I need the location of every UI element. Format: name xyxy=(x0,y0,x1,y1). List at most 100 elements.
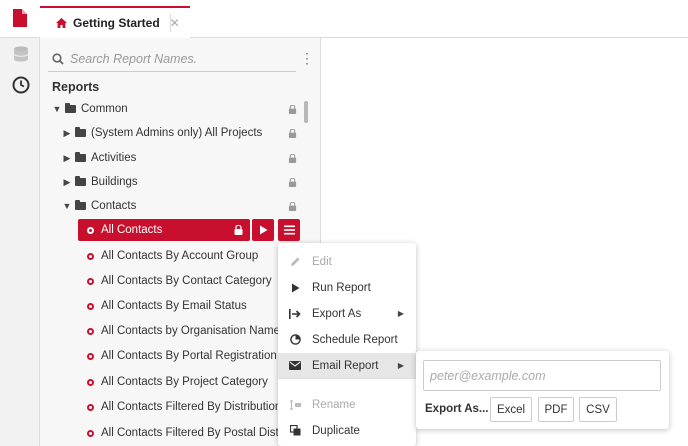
folder-icon xyxy=(75,152,86,162)
menu-item-edit[interactable]: Edit xyxy=(278,249,416,274)
rename-icon xyxy=(288,398,302,412)
search-box[interactable]: Search Report Names. xyxy=(48,46,296,72)
hamburger-icon xyxy=(283,225,295,235)
chevron-right-icon[interactable]: ▶ xyxy=(62,128,72,139)
chevron-right-icon[interactable]: ▶ xyxy=(62,153,72,164)
tree-folder-common[interactable]: ▼ Common xyxy=(52,98,128,120)
report-label: All Contacts By Contact Category xyxy=(101,275,272,287)
scrollbar[interactable] xyxy=(304,101,308,123)
report-bullet-icon xyxy=(87,302,94,310)
selected-report-all-contacts[interactable]: All Contacts xyxy=(78,219,250,241)
section-title: Reports xyxy=(52,80,100,94)
folder-icon xyxy=(75,127,86,137)
report-item[interactable]: All Contacts by Organisation Name xyxy=(87,320,280,342)
folder-label: Buildings xyxy=(91,176,138,188)
home-icon xyxy=(56,18,67,28)
report-bullet-icon xyxy=(87,252,94,260)
folder-label: (System Admins only) All Projects xyxy=(91,127,263,139)
chevron-down-icon[interactable]: ▼ xyxy=(62,201,72,211)
history-clock-icon[interactable] xyxy=(12,76,30,94)
search-icon xyxy=(52,52,64,65)
export-csv-button[interactable]: CSV xyxy=(579,397,617,422)
pencil-icon xyxy=(288,255,302,269)
folder-label: Common xyxy=(81,103,128,115)
submenu-arrow-icon: ▶ xyxy=(397,361,404,370)
report-item[interactable]: All Contacts By Portal Registration ... xyxy=(87,345,290,367)
app-logo[interactable] xyxy=(0,0,40,38)
lock-icon xyxy=(288,105,297,114)
tab-getting-started[interactable]: Getting Started ✕ xyxy=(40,6,190,38)
report-context-menu: Edit Run Report Export As ▶ Schedule Rep… xyxy=(278,243,416,446)
report-item[interactable]: All Contacts By Account Group xyxy=(87,245,258,267)
report-bullet-icon xyxy=(87,429,94,437)
report-menu-button[interactable] xyxy=(278,219,300,241)
tree-folder-buildings[interactable]: ▶ Buildings xyxy=(62,171,138,193)
submenu-arrow-icon: ▶ xyxy=(397,309,404,318)
lock-icon xyxy=(234,225,243,235)
tab-label: Getting Started xyxy=(73,16,160,30)
play-icon xyxy=(288,281,302,295)
tree-folder-activities[interactable]: ▶ Activities xyxy=(62,147,136,169)
email-report-submenu: Export As... Excel PDF CSV xyxy=(416,351,669,429)
menu-item-label: Rename xyxy=(312,398,356,411)
report-item[interactable]: All Contacts Filtered By Distribution xyxy=(87,396,281,418)
report-label: All Contacts xyxy=(101,224,163,236)
tab-bar: Getting Started ✕ xyxy=(40,0,688,38)
report-bullet-icon xyxy=(87,403,94,411)
document-icon xyxy=(13,9,27,27)
tree-folder-contacts[interactable]: ▼ Contacts xyxy=(62,195,136,217)
folder-icon xyxy=(75,176,86,186)
menu-divider xyxy=(278,378,416,379)
folder-label: Contacts xyxy=(91,200,137,212)
play-icon xyxy=(259,225,267,235)
menu-item-run-report[interactable]: Run Report xyxy=(278,275,416,300)
report-item[interactable]: All Contacts By Email Status xyxy=(87,295,247,317)
menu-item-label: Run Report xyxy=(312,281,371,294)
report-bullet-icon xyxy=(87,327,94,335)
clock-pie-icon xyxy=(288,333,302,347)
report-bullet-icon xyxy=(87,352,94,360)
menu-item-email-report[interactable]: Email Report ▶ xyxy=(278,353,416,378)
more-options-icon[interactable]: ⋮ xyxy=(300,48,314,68)
report-bullet-icon xyxy=(87,378,94,386)
tab-divider xyxy=(170,14,171,32)
folder-label: Activities xyxy=(91,152,137,164)
export-icon xyxy=(288,307,302,321)
envelope-icon xyxy=(288,359,302,373)
lock-icon xyxy=(288,202,297,211)
report-label: All Contacts By Account Group xyxy=(101,250,259,262)
lock-icon xyxy=(288,178,297,187)
run-report-button[interactable] xyxy=(252,219,274,241)
report-item[interactable]: All Contacts By Project Category xyxy=(87,371,268,393)
menu-item-export-as[interactable]: Export As ▶ xyxy=(278,301,416,326)
report-label: All Contacts By Portal Registration ... xyxy=(101,350,290,362)
report-label: All Contacts By Project Category xyxy=(101,376,268,388)
report-label: All Contacts Filtered By Distribution xyxy=(101,401,282,413)
chevron-down-icon[interactable]: ▼ xyxy=(52,104,62,114)
lock-icon xyxy=(288,154,297,163)
report-label: All Contacts By Email Status xyxy=(101,300,247,312)
menu-item-schedule-report[interactable]: Schedule Report xyxy=(278,327,416,352)
lock-icon xyxy=(288,129,297,138)
tree-folder-system-admins[interactable]: ▶ (System Admins only) All Projects xyxy=(62,122,262,144)
report-item[interactable]: All Contacts By Contact Category xyxy=(87,270,272,292)
copy-icon xyxy=(288,424,302,438)
database-icon[interactable] xyxy=(12,45,30,63)
icon-rail xyxy=(0,0,40,446)
folder-icon xyxy=(65,103,76,113)
email-field[interactable] xyxy=(423,360,661,391)
close-icon[interactable]: ✕ xyxy=(170,16,180,30)
menu-item-rename[interactable]: Rename xyxy=(278,392,416,417)
report-item[interactable]: All Contacts Filtered By Postal Distri xyxy=(87,422,285,444)
menu-item-label: Email Report xyxy=(312,359,379,372)
report-label: All Contacts Filtered By Postal Distri xyxy=(101,427,286,439)
export-as-label: Export As... xyxy=(425,403,489,415)
menu-item-label: Export As xyxy=(312,307,362,320)
export-pdf-button[interactable]: PDF xyxy=(538,397,574,422)
report-bullet-icon xyxy=(87,277,94,285)
report-bullet-icon xyxy=(87,226,94,234)
menu-item-duplicate[interactable]: Duplicate xyxy=(278,418,416,443)
export-excel-button[interactable]: Excel xyxy=(490,397,532,422)
chevron-right-icon[interactable]: ▶ xyxy=(62,177,72,188)
search-input[interactable]: Search Report Names. xyxy=(70,52,197,66)
